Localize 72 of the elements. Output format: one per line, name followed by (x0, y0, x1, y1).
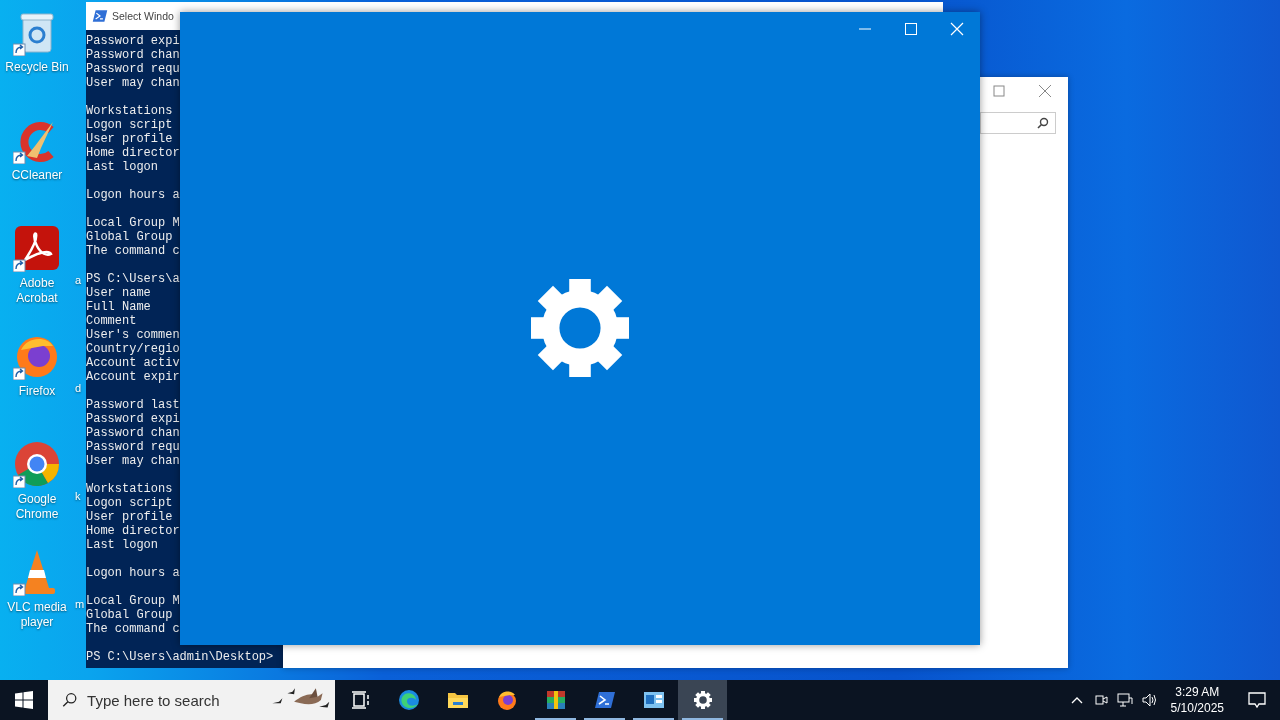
terminal-line: Global Group (86, 608, 173, 622)
terminal-line: Logon hours a (86, 188, 180, 202)
network-icon[interactable] (1116, 692, 1133, 708)
search-icon (1037, 117, 1049, 129)
panel-icon (642, 689, 665, 711)
terminal-line: The command c (86, 622, 180, 636)
terminal-line: PS C:\Users\admin\Desktop> (86, 650, 274, 664)
terminal-line: User profile (86, 510, 173, 524)
clock-time[interactable]: 3:29 AM (1175, 684, 1220, 700)
desktop-icon-label[interactable]: Adobe Acrobat (1, 276, 73, 306)
start-icon[interactable] (15, 691, 33, 709)
desktop-icon-label[interactable]: VLC media player (1, 600, 73, 630)
terminal-line: Workstations (86, 482, 173, 496)
volume-icon[interactable] (1140, 692, 1157, 708)
terminal-line: Password expi (86, 34, 180, 48)
desktop-icon-label[interactable]: a (75, 274, 82, 286)
terminal-line: User may chan (86, 454, 180, 468)
window-title: Select Windo (112, 10, 174, 22)
search-field[interactable]: Type here to search (85, 690, 270, 710)
terminal-line: User profile (86, 132, 173, 146)
terminal-line: Country/regio (86, 342, 180, 356)
settings-icon (691, 689, 714, 711)
terminal-line: User's commen (86, 328, 180, 342)
chrome-shortcut-icon[interactable] (13, 440, 61, 488)
terminal-line: The command c (86, 244, 180, 258)
close-icon[interactable] (950, 22, 964, 36)
desktop-icon-label[interactable]: m (75, 598, 85, 610)
terminal-line: Last logon (86, 538, 158, 552)
desktop-icon-label[interactable]: Google Chrome (1, 492, 73, 522)
terminal-line: Password requ (86, 62, 180, 76)
terminal-line: Logon hours a (86, 566, 180, 580)
notification-icon[interactable] (1247, 690, 1267, 710)
terminal-line: Comment (86, 314, 137, 328)
desktop-icon-label[interactable]: d (75, 382, 82, 394)
desktop-icon-label[interactable]: Recycle Bin (1, 60, 73, 75)
terminal-line: Last logon (86, 160, 158, 174)
firefox-icon (495, 689, 518, 711)
taskbar-app-button[interactable] (678, 680, 727, 720)
settings-icon (530, 278, 630, 378)
terminal-line: Password chan (86, 426, 180, 440)
terminal-line: Logon script (86, 118, 173, 132)
powershell-icon (593, 689, 616, 711)
acrobat-shortcut-icon[interactable] (13, 224, 61, 272)
desktop-icon-label[interactable]: k (75, 490, 81, 502)
terminal-line: Password chan (86, 48, 180, 62)
terminal-line: Home director (86, 524, 180, 538)
terminal-line: PS C:\Users\a (86, 272, 180, 286)
terminal-line: Global Group (86, 230, 173, 244)
terminal-line: Password expi (86, 412, 180, 426)
terminal-line: Account expir (86, 370, 180, 384)
terminal-line: User name (86, 286, 151, 300)
clock-date[interactable]: 5/10/2025 (1170, 700, 1224, 716)
terminal-line: Password requ (86, 440, 180, 454)
terminal-line: Local Group M (86, 594, 180, 608)
search-bar[interactable]: Type here to search (48, 680, 335, 720)
terminal-line: Workstations (86, 104, 173, 118)
terminal-line: Account activ (86, 356, 180, 370)
search-field[interactable] (980, 112, 1056, 134)
desktop-icon-label[interactable]: Firefox (1, 384, 73, 399)
terminal-line: Home director (86, 146, 180, 160)
terminal-line: User may chan (86, 76, 180, 90)
terminal-line: Password last (86, 398, 180, 412)
terminal-line: Local Group M (86, 216, 180, 230)
winrar-icon (544, 689, 567, 711)
terminal-line: Logon script (86, 496, 173, 510)
edge-icon (397, 689, 420, 711)
desktop-icon-label[interactable]: CCleaner (1, 168, 73, 183)
camera-icon[interactable] (1092, 692, 1109, 708)
search-icon (62, 691, 78, 709)
terminal-line: Full Name (86, 300, 151, 314)
powershell-icon (92, 8, 108, 24)
maximize-icon[interactable] (904, 22, 918, 36)
